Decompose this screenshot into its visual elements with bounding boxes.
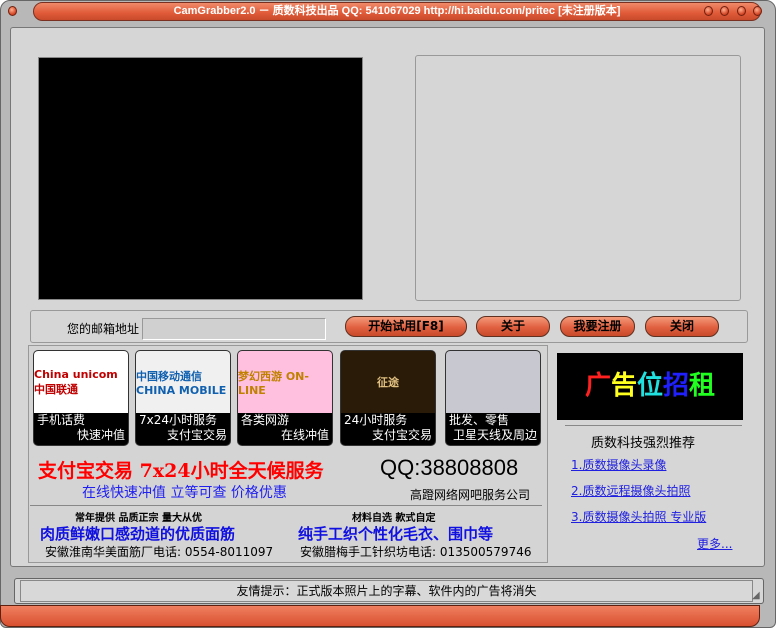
banner-char: 招 [663, 371, 690, 401]
banner-char: 告 [610, 371, 637, 401]
side-heading: 质数科技强烈推荐 [591, 436, 696, 451]
ad-headline[interactable]: 支付宝交易 7x24小时全天候服务 [38, 456, 324, 483]
close-icon[interactable] [753, 6, 762, 16]
start-trial-button[interactable]: 开始试用[F8] [345, 316, 467, 337]
side-link-3[interactable]: 3.质数摄像头拍照 专业版 [571, 508, 706, 525]
ad-tile-image: 征途 [341, 351, 435, 413]
side-link-2[interactable]: 2.质数远程摄像头拍照 [571, 482, 690, 499]
ad-left-small: 常年提供 品质正宗 量大从优 [75, 513, 202, 524]
system-menu-icon[interactable] [8, 6, 17, 16]
divider [30, 505, 542, 506]
maximize-icon[interactable] [737, 6, 746, 16]
email-label: 您的邮箱地址 [67, 322, 140, 336]
close-button[interactable]: 关闭 [645, 316, 719, 337]
ad-right-small: 材料自选 款式自定 [352, 513, 436, 524]
ad-left-big[interactable]: 肉质鲜嫩口感劲道的优质面筋 [40, 523, 235, 544]
banner-char: 位 [636, 371, 663, 401]
ad-left-contact: 安徽淮南华美面筋厂电话: 0554-8011097 [45, 545, 274, 559]
ad-tile[interactable]: China unicom 中国联通 手机话费 快速冲值 [33, 350, 129, 446]
about-button[interactable]: 关于 [476, 316, 550, 337]
banner-char: 租 [689, 371, 716, 401]
ad-tile-image [446, 351, 540, 413]
ad-tile-caption-2: 快速冲值 [76, 428, 125, 442]
ad-tile-image: 中国移动通信 CHINA MOBILE [136, 351, 230, 413]
snapshot-preview [415, 55, 741, 301]
email-input[interactable] [142, 318, 326, 340]
ad-tile[interactable]: 中国移动通信 CHINA MOBILE 7x24小时服务 支付宝交易 [135, 350, 231, 446]
ad-tile-image: 梦幻西游 ON-LINE [238, 351, 332, 413]
title-bar: CamGrabber2.0 － 质数科技出品 QQ: 541067029 htt… [33, 2, 761, 21]
ad-tile[interactable]: 征途 24小时服务 支付宝交易 [340, 350, 436, 446]
ad-tile-caption-1: 24小时服务 [344, 413, 408, 427]
ad-tile[interactable]: 梦幻西游 ON-LINE 各类网游 在线冲值 [237, 350, 333, 446]
ad-tile-caption-1: 手机话费 [37, 413, 86, 427]
ad-tile-caption-1: 批发、零售 [449, 413, 510, 427]
ad-tile[interactable]: 批发、零售 卫星天线及周边 [445, 350, 541, 446]
side-link-1[interactable]: 1.质数摄像头录像 [571, 456, 666, 473]
ad-tile-image: China unicom 中国联通 [34, 351, 128, 413]
help-icon[interactable] [704, 6, 713, 16]
ad-tile-caption-2: 支付宝交易 [166, 428, 227, 442]
ad-tile-caption-2: 支付宝交易 [371, 428, 432, 442]
ad-banner[interactable]: 广告位招租 [557, 353, 743, 420]
bottom-bar [0, 605, 760, 627]
banner-char: 广 [584, 371, 611, 401]
register-button[interactable]: 我要注册 [560, 316, 635, 337]
ad-tile-caption-2: 卫星天线及周边 [452, 428, 537, 442]
minimize-icon[interactable] [720, 6, 729, 16]
ad-subline[interactable]: 在线快速冲值 立等可查 价格优惠 [82, 482, 287, 502]
resize-grip-icon[interactable]: ◢ [752, 590, 760, 601]
ad-qq: QQ:38808808 [380, 455, 519, 480]
side-divider [565, 425, 742, 426]
ad-company: 高蹬网络网吧服务公司 [410, 488, 531, 502]
ad-tile-caption-1: 7x24小时服务 [139, 413, 218, 427]
ad-tile-caption-1: 各类网游 [241, 413, 290, 427]
ad-tile-caption-2: 在线冲值 [280, 428, 329, 442]
ad-right-contact: 安徽腊梅手工针织坊电话: 013500579746 [300, 545, 532, 559]
status-text: 友情提示：正式版本照片上的字幕、软件内的广告将消失 [20, 580, 753, 602]
ad-right-big[interactable]: 纯手工织个性化毛衣、围巾等 [298, 523, 493, 544]
video-preview [38, 57, 363, 300]
more-link[interactable]: 更多... [697, 535, 732, 552]
